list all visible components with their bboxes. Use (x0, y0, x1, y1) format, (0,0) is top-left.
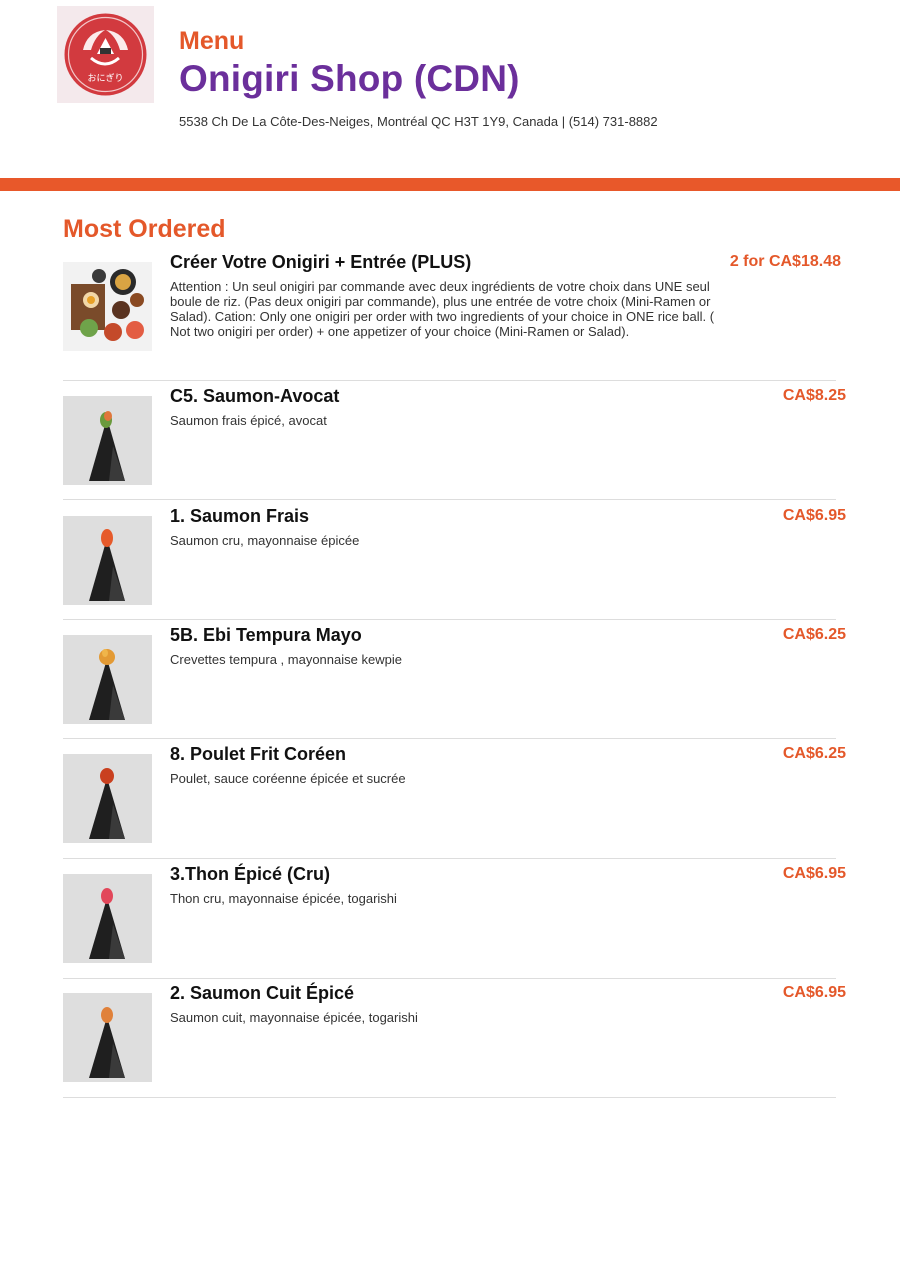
onigiri-logo-icon: おにぎり (64, 13, 147, 96)
item-description: Crevettes tempura , mayonnaise kewpie (170, 652, 402, 667)
menu-item[interactable]: 3.Thon Épicé (Cru) Thon cru, mayonnaise … (63, 864, 846, 979)
item-price: CA$6.25 (782, 626, 846, 643)
onigiri-photo (63, 874, 152, 963)
item-name: C5. Saumon-Avocat (170, 386, 340, 406)
item-name: 3.Thon Épicé (Cru) (170, 864, 331, 884)
item-name: 1. Saumon Frais (170, 506, 310, 526)
menu-label: Menu (179, 27, 245, 55)
item-price: CA$8.25 (782, 387, 846, 404)
item-price: CA$6.95 (782, 865, 846, 882)
onigiri-photo (63, 754, 152, 843)
menu-header: おにぎり Menu Onigiri Shop (CDN) 5538 Ch De … (0, 0, 900, 178)
item-description: Thon cru, mayonnaise épicée, togarishi (170, 891, 397, 906)
svg-text:おにぎり: おにぎり (87, 72, 123, 84)
header-divider-bar (0, 178, 900, 191)
shop-address: 5538 Ch De La Côte-Des-Neiges, Montréal … (179, 114, 658, 129)
menu-item[interactable]: 5B. Ebi Tempura Mayo Crevettes tempura ,… (63, 625, 846, 739)
item-description: Poulet, sauce coréenne épicée et sucrée (170, 771, 406, 786)
item-name: 2. Saumon Cuit Épicé (170, 983, 355, 1003)
item-price: CA$6.95 (782, 507, 846, 524)
item-description: Saumon frais épicé, avocat (170, 413, 327, 428)
menu-item[interactable]: Créer Votre Onigiri + Entrée (PLUS) Atte… (63, 252, 841, 381)
menu-item[interactable]: C5. Saumon-Avocat Saumon frais épicé, av… (63, 386, 846, 500)
item-description: Attention : Un seul onigiri par commande… (170, 279, 715, 339)
onigiri-photo (63, 635, 152, 724)
section-title-most-ordered: Most Ordered (63, 215, 226, 243)
onigiri-photo (63, 396, 152, 485)
item-price: 2 for CA$18.48 (729, 253, 841, 270)
menu-item[interactable]: 2. Saumon Cuit Épicé Saumon cuit, mayonn… (63, 983, 846, 1098)
shop-logo: おにぎり (57, 6, 154, 103)
item-description: Saumon cru, mayonnaise épicée (170, 533, 360, 548)
menu-item[interactable]: 8. Poulet Frit Coréen Poulet, sauce coré… (63, 744, 846, 859)
item-price: CA$6.95 (782, 984, 846, 1001)
shop-name: Onigiri Shop (CDN) (179, 58, 520, 99)
item-description: Saumon cuit, mayonnaise épicée, togarish… (170, 1010, 418, 1025)
onigiri-photo (63, 516, 152, 605)
item-name: 5B. Ebi Tempura Mayo (170, 625, 362, 645)
menu-item[interactable]: 1. Saumon Frais Saumon cru, mayonnaise é… (63, 506, 846, 620)
item-price: CA$6.25 (782, 745, 846, 762)
platter-photo (63, 262, 152, 351)
onigiri-photo (63, 993, 152, 1082)
item-name: 8. Poulet Frit Coréen (170, 744, 347, 764)
item-name: Créer Votre Onigiri + Entrée (PLUS) (170, 252, 472, 272)
